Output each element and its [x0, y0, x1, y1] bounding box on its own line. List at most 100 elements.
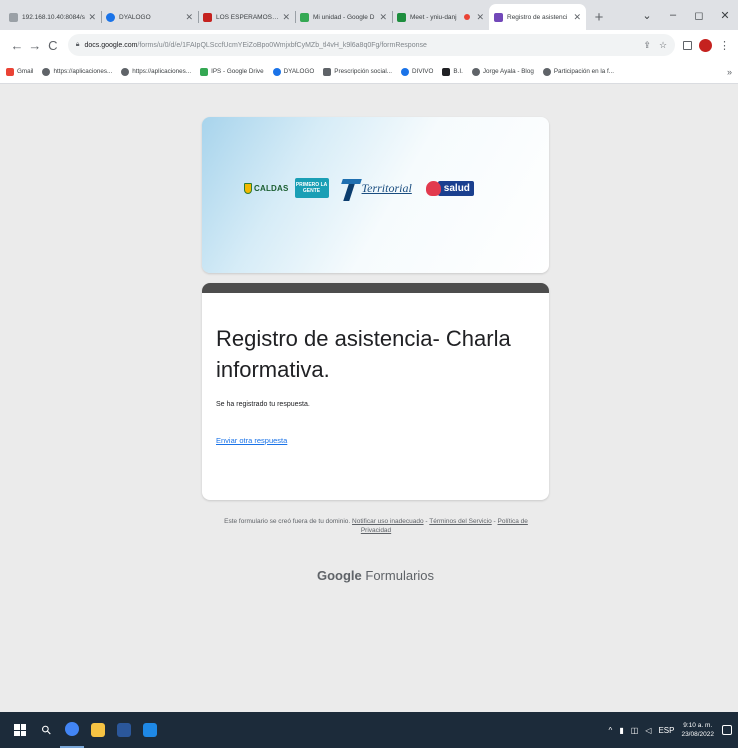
submit-another-response-link[interactable]: Enviar otra respuesta: [216, 436, 287, 445]
bookmark-label: B.I.: [453, 68, 463, 75]
new-tab-button[interactable]: +: [586, 4, 612, 30]
address-bar[interactable]: 🔒︎ docs.google.com /forms/u/0/d/e/1FAIpQ…: [67, 34, 676, 56]
language-indicator[interactable]: ESP: [658, 726, 674, 735]
bookmark-bi[interactable]: B.I.: [442, 67, 463, 76]
tab-router[interactable]: 192.168.10.40:8084/s ✕: [4, 4, 101, 30]
start-button[interactable]: [8, 712, 32, 748]
notifications-icon[interactable]: [722, 725, 732, 735]
tab-registro-active[interactable]: Registro de asistenci ✕: [489, 4, 586, 30]
meet-icon: [397, 12, 406, 22]
back-icon[interactable]: ←: [8, 38, 26, 53]
globe-icon: [542, 67, 551, 76]
search-icon: [471, 67, 480, 76]
drive-icon: [200, 67, 209, 76]
bookmark-prescripcion[interactable]: Prescripción social...: [323, 67, 393, 76]
recording-indicator-icon: [464, 14, 471, 20]
partner-logos: CALDAS PRIMERO LA GENTE Territorial salu…: [244, 175, 474, 201]
tab-title: 192.168.10.40:8084/s: [22, 13, 85, 21]
tab-dyalogo[interactable]: DYALOGO ✕: [101, 4, 198, 30]
globe-icon: [9, 12, 18, 22]
minimize-icon[interactable]: –: [660, 9, 686, 21]
footer-note-text: Este formulario se creó fuera de tu domi…: [224, 518, 351, 525]
close-window-icon[interactable]: ✕: [712, 9, 738, 22]
form-accent-bar: [202, 283, 549, 293]
salud-logo: salud: [425, 180, 474, 196]
extensions-icon[interactable]: [683, 40, 693, 50]
google-forms-logo[interactable]: Google Formularios: [0, 568, 738, 583]
confirmation-message: Se ha registrado tu respuesta.: [216, 401, 310, 408]
tab-title: Meet - yniu-danj: [410, 13, 457, 21]
windows-logo-icon: [14, 724, 26, 736]
tab-drive[interactable]: Mi unidad - Google D ✕: [295, 4, 392, 30]
close-tab-icon[interactable]: ✕: [88, 12, 96, 23]
tray-overflow-icon[interactable]: ^: [609, 726, 613, 735]
globe-icon: [42, 67, 51, 76]
taskbar-search-button[interactable]: ⚲: [34, 712, 58, 748]
close-tab-icon[interactable]: ✕: [185, 12, 193, 23]
taskbar-app-word[interactable]: [112, 712, 136, 748]
forward-icon[interactable]: →: [26, 38, 44, 53]
url-path: /forms/u/0/d/e/1FAIpQLSccfUcmYEiZoBpo0Wm…: [137, 41, 427, 49]
globe-icon: [121, 67, 130, 76]
tab-search-icon[interactable]: ⌄: [634, 9, 660, 22]
caldas-logo-text: CALDAS: [254, 183, 289, 193]
bookmarks-overflow-icon[interactable]: »: [727, 67, 732, 77]
photos-icon: [143, 723, 157, 737]
toolbar-right: ⋮: [683, 38, 730, 52]
report-abuse-link[interactable]: Notificar uso inadecuado: [352, 518, 424, 525]
primero-la-gente-logo: PRIMERO LA GENTE: [294, 178, 329, 198]
territorial-logo: Territorial: [339, 175, 412, 201]
taskbar-app-chrome[interactable]: [60, 712, 84, 748]
bookmark-label: DYALOGO: [283, 68, 315, 75]
bi-icon: [442, 67, 451, 76]
tab-title: Mi unidad - Google D: [313, 13, 375, 21]
maximize-icon[interactable]: ◻: [686, 9, 712, 22]
close-tab-icon[interactable]: ✕: [282, 12, 290, 23]
tab-title: LOS ESPERAMOS O...: [216, 13, 280, 21]
tab-title: DYALOGO: [119, 13, 151, 21]
bookmark-participacion[interactable]: Participación en la f...: [542, 67, 614, 76]
volume-icon[interactable]: ◁: [645, 726, 651, 735]
tab-strip: 192.168.10.40:8084/s ✕ DYALOGO ✕ LOS ESP…: [0, 0, 738, 30]
gmail-icon: [6, 67, 14, 76]
forms-icon: [494, 12, 503, 22]
bookmark-ips-drive[interactable]: IPS - Google Drive: [200, 67, 264, 76]
close-tab-icon[interactable]: ✕: [379, 12, 387, 23]
forms-brand-text: Formularios: [365, 568, 435, 583]
bookmark-divivo[interactable]: DIVIVO: [401, 67, 433, 76]
bookmark-gmail[interactable]: Gmail: [6, 67, 33, 76]
battery-icon[interactable]: ▮: [619, 726, 623, 735]
network-icon[interactable]: ◫: [631, 726, 639, 735]
window-controls: ⌄ – ◻ ✕: [634, 0, 738, 30]
caldas-logo: CALDAS: [244, 182, 289, 194]
response-card: Registro de asistencia- Charla informati…: [202, 283, 549, 500]
menu-icon[interactable]: ⋮: [719, 39, 730, 52]
taskbar-app-photos[interactable]: [138, 712, 162, 748]
bookmark-aplicaciones-2[interactable]: https://aplicaciones...: [121, 67, 192, 76]
taskbar-app-explorer[interactable]: [86, 712, 110, 748]
lock-icon[interactable]: 🔒︎: [76, 41, 80, 49]
tab-gmail[interactable]: LOS ESPERAMOS O... ✕: [198, 4, 295, 30]
terms-link[interactable]: Términos del Servicio: [429, 518, 492, 525]
divivo-icon: [401, 67, 410, 76]
close-tab-icon[interactable]: ✕: [573, 12, 581, 23]
close-tab-icon[interactable]: ✕: [476, 12, 484, 23]
bookmark-dyalogo[interactable]: DYALOGO: [272, 67, 315, 76]
bookmark-label: Jorge Ayala - Blog: [482, 68, 534, 75]
dyalogo-favicon-icon: [106, 12, 115, 22]
bookmark-blog[interactable]: Jorge Ayala - Blog: [471, 67, 534, 76]
tab-meet[interactable]: Meet - yniu-danj ✕: [392, 4, 489, 30]
bookmark-label: Prescripción social...: [334, 68, 393, 75]
bookmark-aplicaciones-1[interactable]: https://aplicaciones...: [42, 67, 112, 76]
bookmark-label: https://aplicaciones...: [132, 68, 192, 75]
chrome-icon: [65, 722, 79, 736]
reload-icon[interactable]: C: [44, 38, 62, 53]
prescripcion-icon: [323, 67, 332, 76]
profile-avatar[interactable]: [699, 38, 713, 52]
tab-title: Registro de asistenci: [507, 13, 568, 21]
salud-logo-text: salud: [437, 180, 474, 196]
star-icon[interactable]: ☆: [659, 40, 667, 51]
taskbar-clock[interactable]: 9:10 a. m. 23/08/2022: [681, 721, 714, 739]
share-icon[interactable]: ⇪: [643, 40, 651, 51]
territorial-mark-icon: [339, 175, 362, 201]
